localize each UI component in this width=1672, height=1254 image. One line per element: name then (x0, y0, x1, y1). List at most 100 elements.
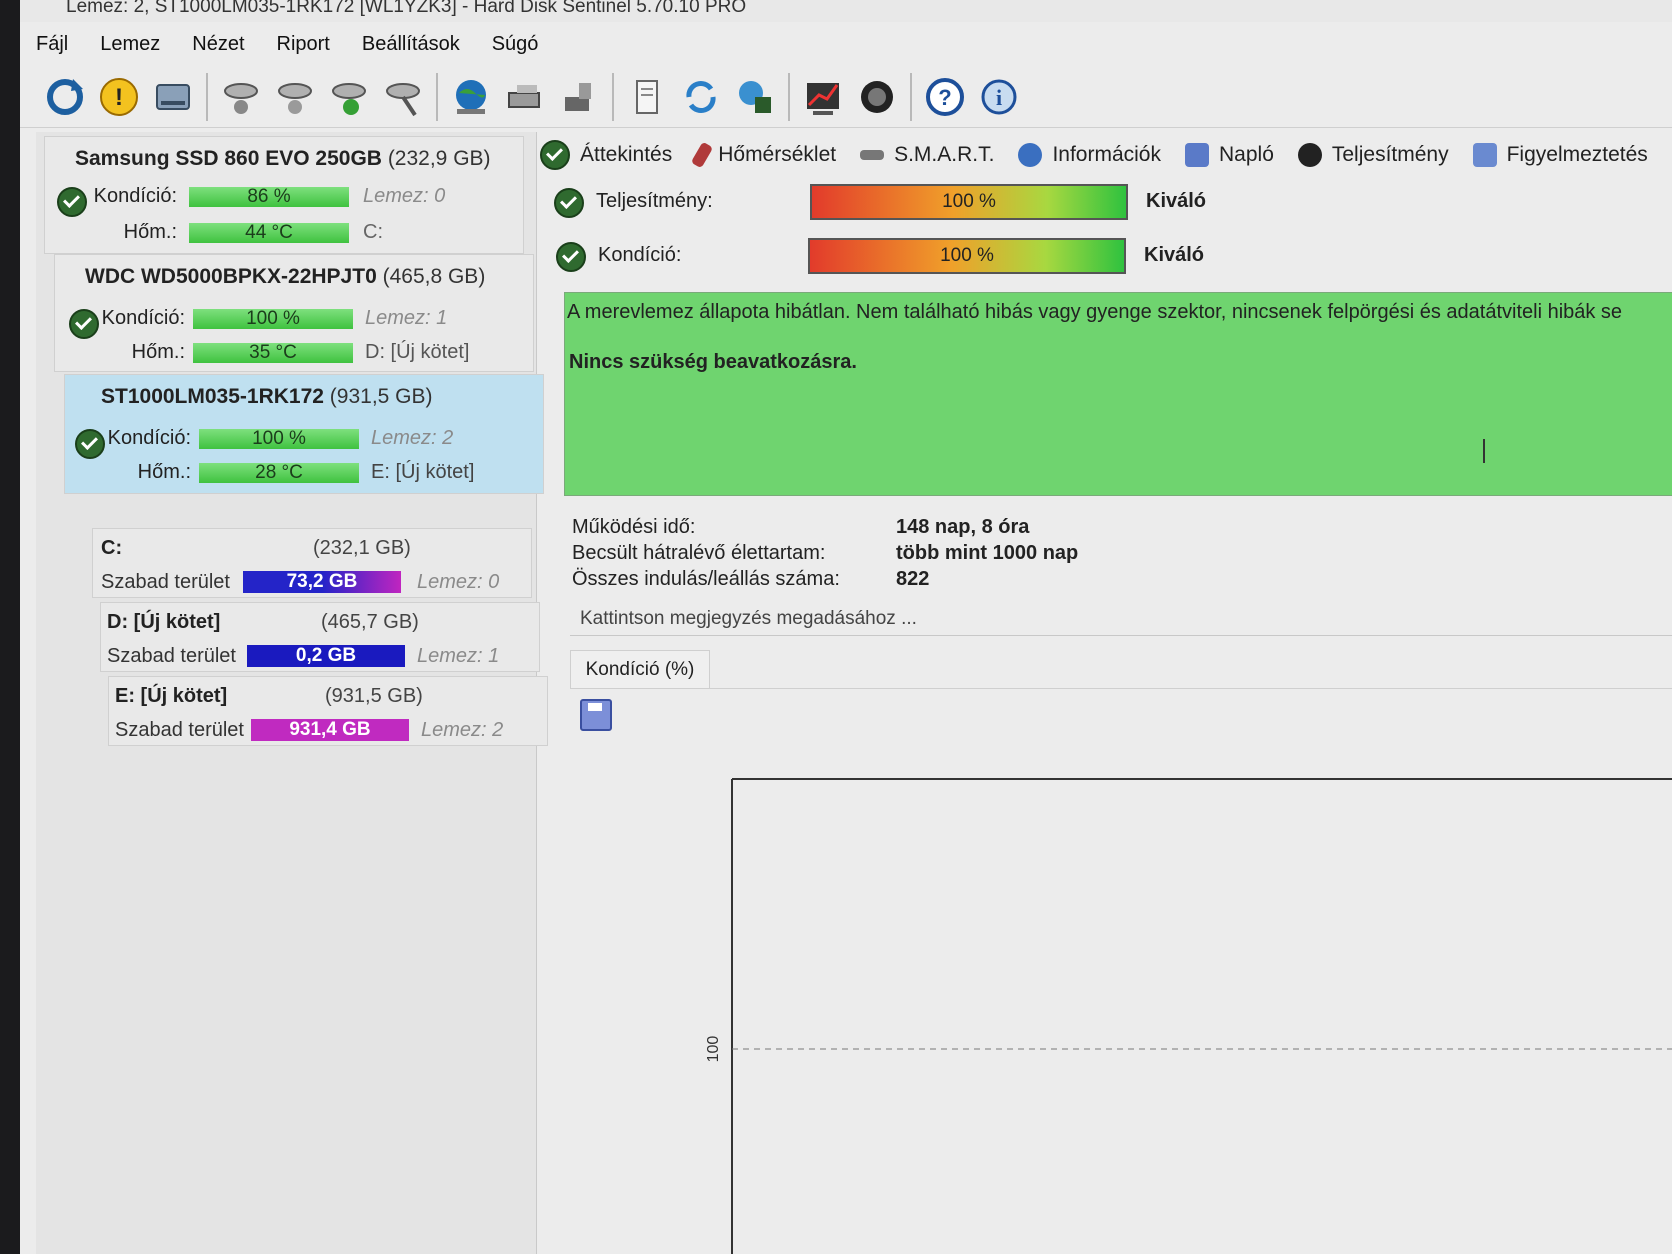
monitor-icon[interactable] (728, 70, 782, 124)
disk-volume: E: [Új kötet] (371, 461, 475, 483)
menu-file[interactable]: Fájl (20, 33, 84, 56)
disk-name: Samsung SSD 860 EVO 250GB (75, 147, 382, 170)
free-space-label: Szabad terület (107, 645, 236, 667)
help-icon[interactable]: ? (918, 70, 972, 124)
sync-icon[interactable] (674, 70, 728, 124)
note-input[interactable]: Kattintson megjegyzés megadásához ... (570, 602, 1672, 636)
chart-svg: 100 (705, 778, 1672, 1254)
tab-label: S.M.A.R.T. (894, 143, 995, 166)
menu-view[interactable]: Nézet (176, 33, 260, 56)
warning-icon[interactable]: ! (92, 70, 146, 124)
disk-item[interactable]: WDC WD5000BPKX-22HPJT0 (465,8 GB) Kondíc… (54, 254, 534, 372)
info-icon[interactable]: i (972, 70, 1026, 124)
tab-overview[interactable]: Áttekintés (540, 140, 672, 170)
toolbar-separator (910, 72, 912, 121)
disk-name: ST1000LM035-1RK172 (101, 385, 324, 408)
disk-ref: Lemez: 2 (421, 719, 504, 741)
info-value: 822 (896, 568, 930, 590)
document-icon[interactable] (620, 70, 674, 124)
volume-name: D: [Új kötet] (107, 611, 221, 633)
disk-ref: Lemez: 0 (417, 571, 500, 593)
free-space-bar: 0,2 GB (247, 645, 405, 667)
info-label: Működési idő: (572, 516, 696, 538)
surface-ok-icon[interactable] (322, 70, 376, 124)
health-bar: 100 % (199, 429, 359, 449)
tab-label: Napló (1219, 143, 1274, 166)
tab-log[interactable]: Napló (1185, 143, 1274, 167)
performance-bar: 100 % (810, 184, 1128, 220)
disk-ref: Lemez: 1 (365, 307, 448, 329)
disk-title: Samsung SSD 860 EVO 250GB (232,9 GB) (75, 147, 491, 171)
status-message-box[interactable]: A merevlemez állapota hibátlan. Nem talá… (564, 292, 1672, 496)
window-title: Lemez: 2, ST1000LM035-1RK172 [WL1YZK3] -… (20, 0, 1672, 22)
globe-icon[interactable] (444, 70, 498, 124)
refresh-icon[interactable] (38, 70, 92, 124)
svg-text:!: ! (115, 84, 123, 111)
disk-icon[interactable] (146, 70, 200, 124)
menu-report[interactable]: Riport (261, 33, 346, 56)
volume-item[interactable]: D: [Új kötet] (465,7 GB) Szabad terület … (100, 602, 540, 672)
temp-label: Hőm.: (131, 341, 185, 363)
surface-test-icon[interactable] (214, 70, 268, 124)
health-label: Kondíció: (93, 185, 177, 207)
health-label: Kondíció: (101, 307, 185, 329)
tab-performance[interactable]: Teljesítmény (1297, 143, 1449, 167)
toolbar-separator (206, 72, 208, 121)
disk-item-selected[interactable]: ST1000LM035-1RK172 (931,5 GB) Kondíció: … (64, 374, 544, 494)
info-row: Működési idő: 148 nap, 8 óra (572, 516, 1029, 539)
volume-size: (232,1 GB) (313, 537, 411, 559)
volume-item[interactable]: E: [Új kötet] (931,5 GB) Szabad terület … (108, 676, 548, 746)
chart-icon[interactable] (796, 70, 850, 124)
volume-item[interactable]: C: (232,1 GB) Szabad terület 73,2 GB Lem… (92, 528, 532, 598)
temp-label: Hőm.: (123, 221, 177, 243)
volume-name: E: [Új kötet] (115, 685, 228, 707)
text-cursor-icon (1483, 439, 1485, 463)
tab-label: Figyelmeztetés (1506, 143, 1648, 166)
tab-smart[interactable]: S.M.A.R.T. (860, 143, 994, 167)
volume-name: C: (101, 537, 123, 559)
disk-tool-icon[interactable] (376, 70, 430, 124)
toolbar: ! ? i (20, 66, 1672, 128)
tab-alerts[interactable]: Figyelmeztetés (1472, 143, 1648, 167)
svg-text:?: ? (938, 85, 951, 110)
health-row: Kondíció: 100 % Kiváló (540, 238, 1672, 288)
toolbar-separator (612, 72, 614, 121)
surface-test-icon-2[interactable] (268, 70, 322, 124)
disk-volume: C: (363, 221, 383, 243)
menu-disk[interactable]: Lemez (84, 33, 176, 56)
thermometer-icon (691, 141, 714, 169)
menu-settings[interactable]: Beállítások (346, 33, 476, 56)
volume-size: (465,7 GB) (321, 611, 419, 633)
tab-label: Áttekintés (580, 143, 673, 166)
sound-icon[interactable] (850, 70, 904, 124)
ok-check-icon (554, 188, 584, 218)
health-bar: 100 % (808, 238, 1126, 274)
temp-label: Hőm.: (137, 461, 191, 483)
tab-label: Teljesítmény (1331, 143, 1449, 166)
menu-help[interactable]: Súgó (476, 33, 555, 56)
disk-list-panel: Samsung SSD 860 EVO 250GB (232,9 GB) Kon… (36, 132, 548, 1254)
tab-information[interactable]: Információk (1018, 143, 1161, 167)
chart-y-tick: 100 (705, 1036, 722, 1063)
health-rating: Kiváló (1144, 244, 1205, 266)
ok-check-icon (556, 242, 586, 272)
temp-bar: 28 °C (199, 463, 359, 483)
disk-item[interactable]: Samsung SSD 860 EVO 250GB (232,9 GB) Kon… (44, 136, 524, 254)
disk-volume: D: [Új kötet] (365, 341, 470, 363)
tab-label: Hőmérséklet (718, 143, 837, 166)
info-value: 148 nap, 8 óra (896, 516, 1030, 538)
health-label: Kondíció: (598, 244, 682, 266)
tab-bar: Áttekintés Hőmérséklet S.M.A.R.T. Inform… (540, 132, 1672, 178)
free-space-bar: 73,2 GB (243, 571, 401, 593)
disk-ref: Lemez: 0 (363, 185, 446, 207)
info-label: Becsült hátralévő élettartam: (572, 542, 826, 564)
temp-bar: 35 °C (193, 343, 353, 363)
network-icon[interactable] (498, 70, 552, 124)
export-icon[interactable] (552, 70, 606, 124)
tab-health-chart[interactable]: Kondíció (%) (570, 650, 710, 689)
info-row: Összes indulás/leállás száma: 822 (572, 568, 929, 591)
tab-temperature[interactable]: Hőmérséklet (691, 141, 837, 169)
info-value: több mint 1000 nap (896, 542, 1079, 564)
smart-icon (860, 150, 885, 160)
app-window: Lemez: 2, ST1000LM035-1RK172 [WL1YZK3] -… (20, 0, 1672, 1254)
